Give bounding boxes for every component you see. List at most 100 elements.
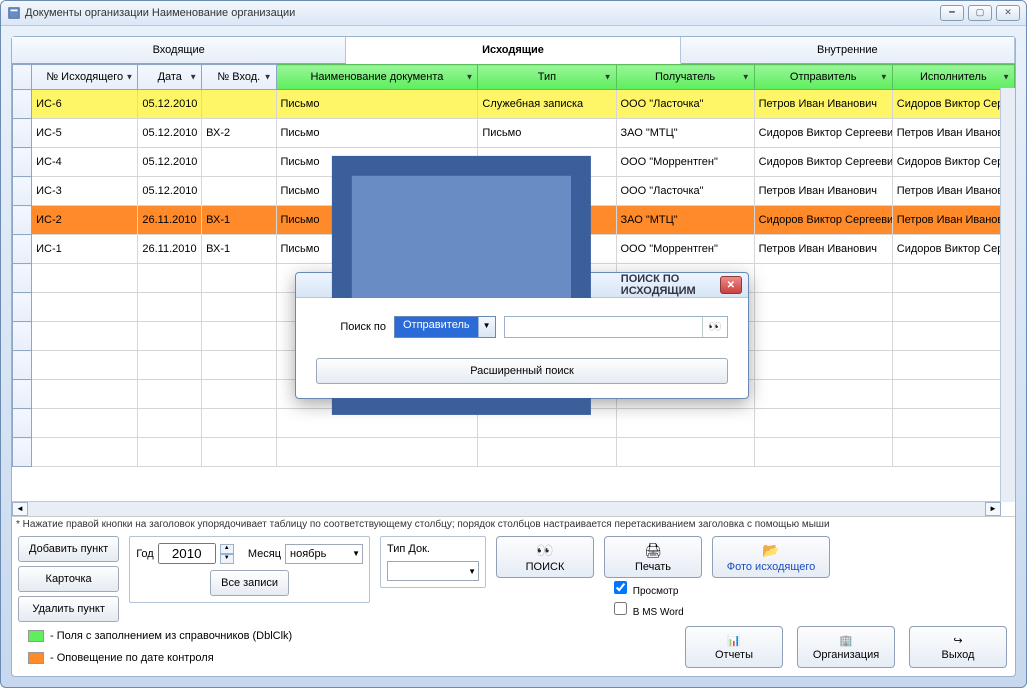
cell[interactable]: 05.12.2010 <box>138 177 202 206</box>
doctype-group: Тип Док. ▼ <box>380 536 486 588</box>
cell[interactable]: Письмо <box>276 90 478 119</box>
sort-down-icon: ▼ <box>264 73 272 82</box>
table-header-4[interactable]: Тип▼ <box>478 65 616 90</box>
cell[interactable]: ИС-4 <box>32 148 138 177</box>
cell[interactable]: ВХ-1 <box>202 206 276 235</box>
sort-down-icon: ▼ <box>1002 73 1010 82</box>
year-month-group: Год ▲▼ Месяц ноябрь ▼ Все записи <box>129 536 370 603</box>
table-horizontal-scrollbar[interactable]: ◄ ► <box>12 501 1001 516</box>
cell[interactable]: 26.11.2010 <box>138 235 202 264</box>
hint-text: * Нажатие правой кнопки на заголовок упо… <box>12 517 1015 532</box>
table-header-2[interactable]: № Вход.▼ <box>202 65 276 90</box>
cell[interactable]: Сидоров Виктор Серг <box>892 90 1014 119</box>
all-records-button[interactable]: Все записи <box>210 570 289 596</box>
month-value: ноябрь <box>290 548 326 560</box>
cell[interactable]: Сидоров Виктор Сергееви <box>754 119 892 148</box>
table-header-7[interactable]: Исполнитель▼ <box>892 65 1014 90</box>
sort-down-icon: ▼ <box>880 73 888 82</box>
exit-button[interactable]: ↪ Выход <box>909 626 1007 668</box>
cell[interactable]: ООО "Ласточка" <box>616 177 754 206</box>
table-header-3[interactable]: Наименование документа▼ <box>276 65 478 90</box>
scroll-left-button[interactable]: ◄ <box>12 502 28 516</box>
search-field-select[interactable]: Отправитель ▼ <box>394 316 496 338</box>
main-window: Документы организации Наименование орган… <box>0 0 1027 688</box>
exit-icon: ↪ <box>953 634 962 647</box>
sort-down-icon: ▼ <box>189 73 197 82</box>
cell[interactable]: ИС-6 <box>32 90 138 119</box>
cell[interactable]: Петров Иван Иванович <box>754 235 892 264</box>
cell[interactable] <box>202 148 276 177</box>
preview-checkbox[interactable]: Просмотр <box>610 578 702 597</box>
table-header-1[interactable]: Дата▼ <box>138 65 202 90</box>
photo-button[interactable]: 📂 Фото исходящего <box>712 536 830 578</box>
table-row[interactable]: ИС-605.12.2010 ПисьмоСлужебная запискаООО… <box>13 90 1015 119</box>
add-record-button[interactable]: Добавить пункт <box>18 536 119 562</box>
cell[interactable]: Петров Иван Иванович <box>754 177 892 206</box>
dialog-close-button[interactable]: ✕ <box>720 276 742 294</box>
sort-down-icon: ▼ <box>604 73 612 82</box>
legend-orange: - Оповещение по дате контроля <box>20 648 300 668</box>
delete-record-button[interactable]: Удалить пункт <box>18 596 119 622</box>
titlebar: Документы организации Наименование орган… <box>1 1 1026 26</box>
cell[interactable]: Сидоров Виктор Сергееви <box>754 148 892 177</box>
cell[interactable]: Сидоров Виктор Сергееви <box>754 206 892 235</box>
cell[interactable]: Петров Иван Иванов <box>892 177 1014 206</box>
doctype-label: Тип Док. <box>387 543 430 555</box>
cell[interactable]: ЗАО "МТЦ" <box>616 119 754 148</box>
doctype-select[interactable]: ▼ <box>387 561 479 581</box>
cell[interactable] <box>202 90 276 119</box>
cell[interactable]: ООО "Моррентген" <box>616 235 754 264</box>
cell[interactable]: Петров Иван Иванович <box>754 90 892 119</box>
print-button[interactable]: 🖨 Печать <box>604 536 702 578</box>
cell[interactable]: ИС-2 <box>32 206 138 235</box>
cell[interactable]: Петров Иван Иванов <box>892 119 1014 148</box>
month-select[interactable]: ноябрь ▼ <box>285 544 363 564</box>
row-header <box>13 177 32 206</box>
tab-incoming[interactable]: Входящие <box>12 37 346 63</box>
year-spinner[interactable]: ▲▼ <box>220 544 234 564</box>
cell[interactable]: 26.11.2010 <box>138 206 202 235</box>
search-go-button[interactable]: 👀 <box>702 317 727 337</box>
scroll-right-button[interactable]: ► <box>985 502 1001 516</box>
cell[interactable]: Петров Иван Иванов <box>892 206 1014 235</box>
reports-button[interactable]: 📊 Отчеты <box>685 626 783 668</box>
cell[interactable]: Служебная записка <box>478 90 616 119</box>
advanced-search-button[interactable]: Расширенный поиск <box>316 358 728 384</box>
search-dialog: ПОИСК ПО ИСХОДЯЩИМ ✕ Поиск по Отправител… <box>295 272 749 399</box>
cell[interactable]: ИС-3 <box>32 177 138 206</box>
content-panel: Входящие Исходящие Внутренние № Исходяще… <box>11 36 1016 677</box>
legend-green: - Поля с заполнением из справочников (Db… <box>20 626 300 646</box>
table-header-6[interactable]: Отправитель▼ <box>754 65 892 90</box>
search-by-label: Поиск по <box>316 321 386 333</box>
sort-down-icon: ▼ <box>125 73 133 82</box>
search-button[interactable]: 👀 ПОИСК <box>496 536 594 578</box>
card-button[interactable]: Карточка <box>18 566 119 592</box>
year-input[interactable] <box>158 543 216 564</box>
cell[interactable]: ВХ-1 <box>202 235 276 264</box>
minimize-button[interactable]: ━ <box>940 5 964 21</box>
close-button[interactable]: ✕ <box>996 5 1020 21</box>
main-tabs: Входящие Исходящие Внутренние <box>12 37 1015 64</box>
tab-internal[interactable]: Внутренние <box>681 37 1015 63</box>
maximize-button[interactable]: ▢ <box>968 5 992 21</box>
cell[interactable]: ООО "Ласточка" <box>616 90 754 119</box>
cell[interactable]: 05.12.2010 <box>138 148 202 177</box>
table-header-0[interactable]: № Исходящего▼ <box>32 65 138 90</box>
msword-checkbox[interactable]: В MS Word <box>610 599 702 618</box>
cell[interactable]: ООО "Моррентген" <box>616 148 754 177</box>
search-text-input[interactable] <box>505 318 702 336</box>
table-vertical-scrollbar[interactable] <box>1000 88 1015 502</box>
cell[interactable]: Сидоров Виктор Серг <box>892 235 1014 264</box>
scroll-track[interactable] <box>28 503 985 515</box>
table-header-5[interactable]: Получатель▼ <box>616 65 754 90</box>
cell[interactable]: Сидоров Виктор Серг <box>892 148 1014 177</box>
cell[interactable]: ВХ-2 <box>202 119 276 148</box>
cell[interactable]: ЗАО "МТЦ" <box>616 206 754 235</box>
cell[interactable]: 05.12.2010 <box>138 90 202 119</box>
cell[interactable]: ИС-1 <box>32 235 138 264</box>
cell[interactable] <box>202 177 276 206</box>
cell[interactable]: 05.12.2010 <box>138 119 202 148</box>
cell[interactable]: ИС-5 <box>32 119 138 148</box>
tab-outgoing[interactable]: Исходящие <box>346 37 680 64</box>
organization-button[interactable]: 🏢 Организация <box>797 626 895 668</box>
